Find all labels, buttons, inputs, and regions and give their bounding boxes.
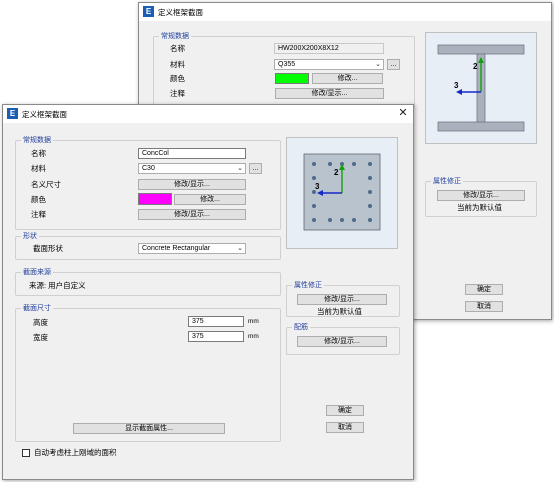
back-modifiers-title: 属性修正 [431,177,463,186]
notes-button[interactable]: 修改/显示... [138,209,246,220]
auto-rigid-zone-checkbox[interactable] [22,449,30,457]
back-material-value: Q355 [278,61,296,68]
notional-size-button[interactable]: 修改/显示... [138,179,246,190]
width-label: 宽度 [33,333,48,342]
width-unit: mm [248,333,259,340]
material-label: 材料 [31,164,46,173]
back-color-label: 颜色 [170,74,185,83]
section-dims-title: 截面尺寸 [21,304,53,313]
back-notes-button[interactable]: 修改/显示... [275,88,384,99]
chevron-down-icon: ⌄ [237,165,243,172]
name-label: 名称 [31,149,46,158]
back-titlebar[interactable]: E 定义框架截面 [139,3,551,21]
notes-label: 注释 [31,210,46,219]
back-general-title: 常规数据 [159,32,191,41]
color-swatch [138,193,172,205]
section-shape-value: Concrete Rectangular [142,245,211,252]
axis-2-label: 2 [334,168,339,177]
chevron-down-icon: ⌄ [237,245,243,252]
back-cancel-button[interactable]: 取消 [465,301,503,312]
rect-column-section-diagram: 2 3 [303,153,381,231]
width-field[interactable]: 375 [188,331,244,342]
back-material-select[interactable]: Q355 ⌄ [274,59,384,70]
front-titlebar[interactable]: E 定义框架截面 ✕ [3,105,413,123]
close-icon[interactable]: ✕ [397,107,409,119]
rebar-button[interactable]: 修改/显示... [297,336,387,347]
modifiers-button[interactable]: 修改/显示... [297,294,387,305]
color-label: 颜色 [31,195,46,204]
depth-field[interactable]: 375 [188,316,244,327]
modifiers-status: 当前为默认值 [317,307,362,316]
back-material-label: 材料 [170,60,185,69]
front-title: 定义框架截面 [22,110,67,119]
back-modifiers-button[interactable]: 修改/显示... [437,190,525,201]
back-color-button[interactable]: 修改... [312,73,383,84]
back-axis-2-label: 2 [473,62,478,71]
rebar-group-title: 配筋 [292,323,310,332]
back-modifiers-status: 当前为默认值 [457,203,502,212]
material-ellipsis-button[interactable]: ... [249,163,262,174]
back-ok-button[interactable]: 确定 [465,284,503,295]
back-title: 定义框架截面 [158,8,203,17]
back-name-field[interactable]: HW200X200X8X12 [274,43,384,54]
chevron-down-icon: ⌄ [375,61,381,68]
app-icon: E [143,6,154,17]
back-material-ellipsis-button[interactable]: ... [387,59,400,70]
i-beam-section-diagram: 2 3 [437,44,525,132]
section-source-title: 截面来源 [21,268,53,277]
shape-group-title: 形状 [21,232,39,241]
general-group-title: 常规数据 [21,136,53,145]
name-field[interactable]: ConcCol [138,148,246,159]
material-select[interactable]: C30 ⌄ [138,163,246,174]
material-value: C30 [142,165,155,172]
color-button[interactable]: 修改... [174,194,246,205]
back-name-label: 名称 [170,44,185,53]
section-dims-group: 截面尺寸 [15,304,281,442]
back-axis-3-label: 3 [454,81,459,90]
ok-button[interactable]: 确定 [326,405,364,416]
app-icon: E [7,108,18,119]
back-notes-label: 注释 [170,89,185,98]
back-color-swatch [275,73,309,84]
section-preview: 2 3 [286,137,398,249]
cancel-button[interactable]: 取消 [326,422,364,433]
front-dialog: E 定义框架截面 ✕ 常规数据 名称 ConcCol 材料 C30 ⌄ ... … [2,104,414,480]
notional-size-label: 名义尺寸 [31,180,61,189]
depth-label: 高度 [33,318,48,327]
section-shape-select[interactable]: Concrete Rectangular ⌄ [138,243,246,254]
depth-unit: mm [248,318,259,325]
modifiers-group-title: 属性修正 [292,281,324,290]
section-shape-label: 截面形状 [33,244,63,253]
section-source-text: 来源: 用户自定义 [29,281,86,290]
auto-rigid-zone-label: 自动考虑柱上刚域的面积 [34,448,117,457]
back-section-preview: 2 3 [425,32,537,144]
show-section-properties-button[interactable]: 显示截面属性... [73,423,225,434]
axis-3-label: 3 [315,182,320,191]
